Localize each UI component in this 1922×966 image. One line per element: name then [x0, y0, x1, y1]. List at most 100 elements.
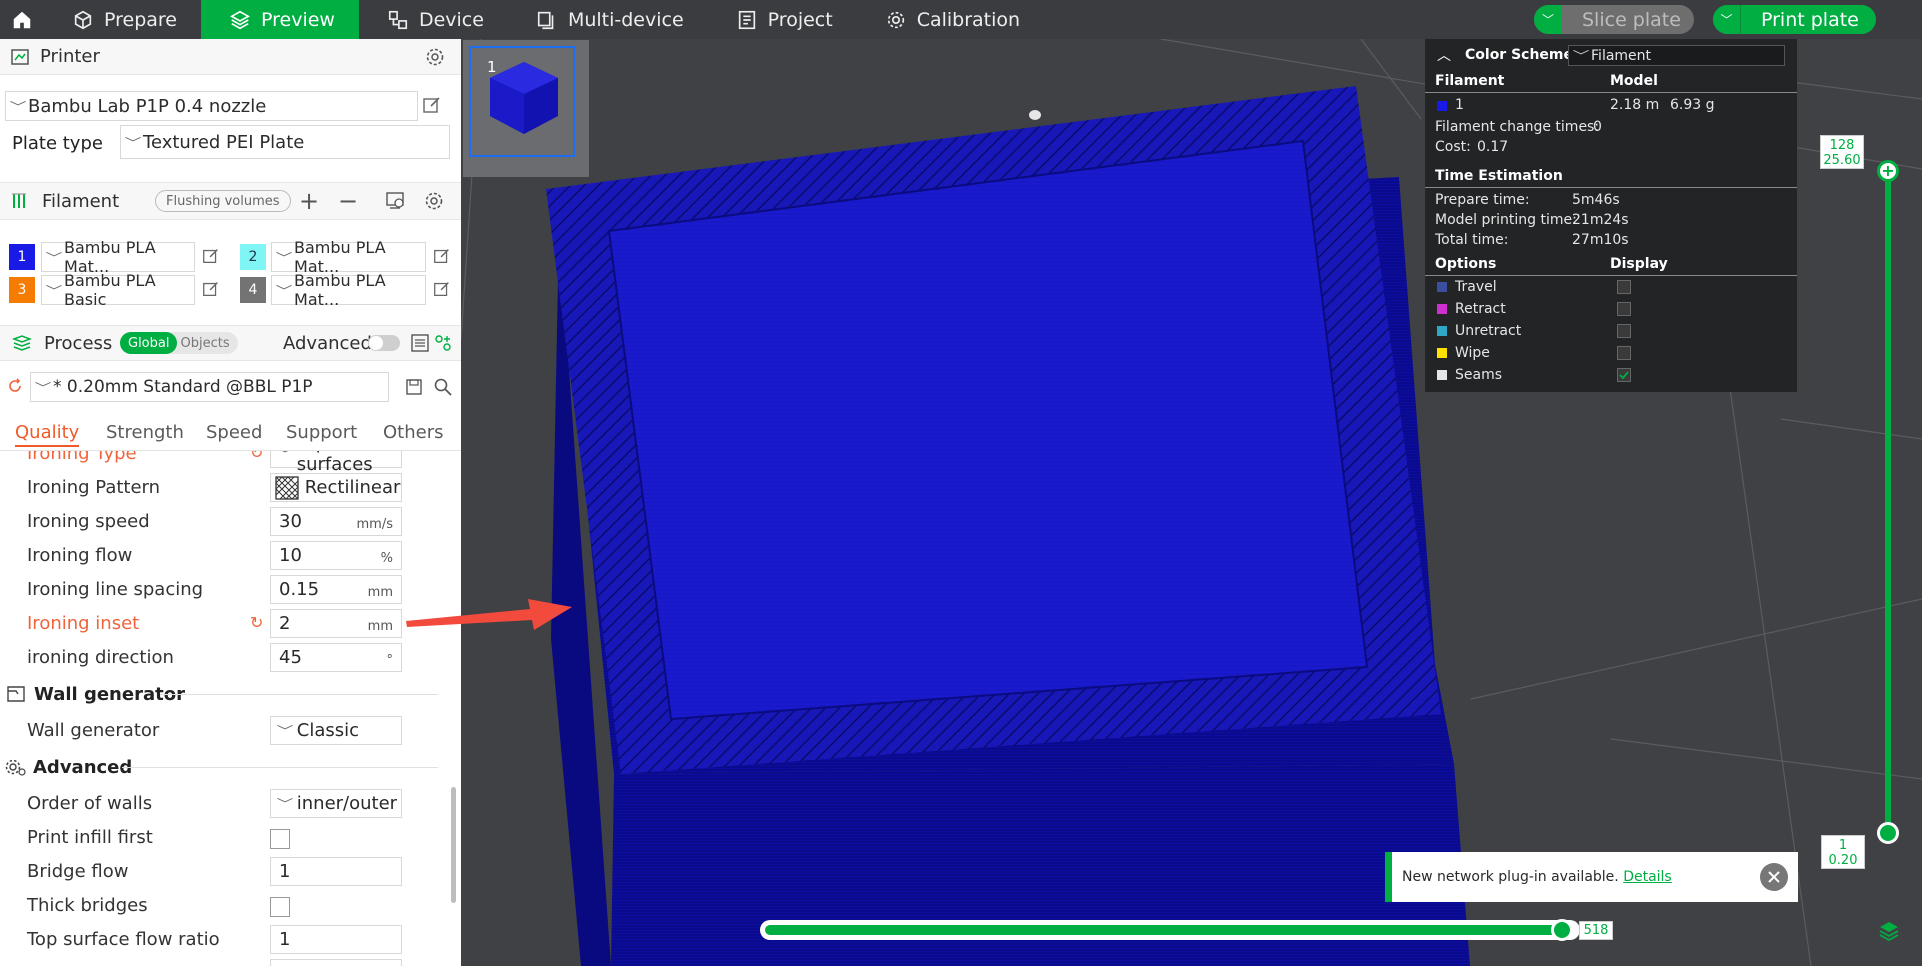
filament-color-swatch-3[interactable]: 3 — [9, 277, 35, 303]
ironing-speed-input[interactable]: 30 mm/s — [270, 507, 402, 536]
layer-slider-bottom-handle[interactable] — [1877, 822, 1899, 844]
collapse-chevron-icon[interactable]: ︿ — [1437, 45, 1451, 65]
tab-support[interactable]: Support — [286, 422, 357, 443]
printer-edit-icon[interactable] — [421, 94, 443, 116]
filament-color-swatch-2[interactable]: 2 — [240, 244, 266, 270]
print-dropdown-chevron-icon[interactable]: ﹀ — [1713, 5, 1741, 34]
option-seams-checkbox[interactable] — [1617, 368, 1631, 382]
option-travel-checkbox[interactable] — [1617, 280, 1631, 294]
option-wipe-checkbox[interactable] — [1617, 346, 1631, 360]
save-preset-icon[interactable] — [405, 378, 423, 396]
ironing-type-select[interactable]: ﹀ Top surfaces — [270, 451, 402, 475]
bridge-flow-input[interactable]: 1 — [270, 857, 402, 886]
filament-edit-icon[interactable] — [201, 246, 221, 266]
chevron-down-icon: ﹀ — [275, 250, 293, 265]
tab-calibration[interactable]: Calibration — [857, 0, 1044, 39]
divider — [1425, 92, 1797, 93]
tab-prepare[interactable]: Prepare — [44, 0, 201, 39]
tab-device[interactable]: Device — [359, 0, 508, 39]
tab-preview[interactable]: Preview — [201, 0, 359, 39]
tab-project[interactable]: Project — [708, 0, 857, 39]
reset-preset-icon[interactable] — [6, 377, 24, 395]
sync-filament-icon[interactable] — [385, 191, 407, 211]
layer-slider-bottom-label: 1 0.20 — [1821, 835, 1865, 869]
filament-select-1[interactable]: ﹀ Bambu PLA Mat... — [41, 238, 195, 276]
filament-edit-icon[interactable] — [201, 279, 221, 299]
remove-filament-icon[interactable]: − — [338, 187, 358, 215]
tab-speed[interactable]: Speed — [206, 422, 262, 443]
print-plate-label: Print plate — [1761, 8, 1859, 31]
slice-dropdown-chevron-icon[interactable]: ﹀ — [1534, 5, 1562, 34]
tab-quality[interactable]: Quality — [15, 422, 79, 443]
param-list-scrollbar[interactable] — [451, 787, 456, 903]
printer-select-value: Bambu Lab P1P 0.4 nozzle — [28, 95, 267, 117]
plate-thumbnail[interactable]: 1 — [463, 40, 589, 177]
notification-details-link[interactable]: Details — [1623, 869, 1672, 885]
ironing-inset-input[interactable]: 2 mm — [270, 609, 402, 638]
filament-edit-icon[interactable] — [432, 246, 452, 266]
flushing-volumes-button[interactable]: Flushing volumes — [155, 190, 291, 212]
ironing-flow-input[interactable]: 10% — [270, 541, 402, 570]
option-unretract-checkbox[interactable] — [1617, 324, 1631, 338]
filament-settings-gear-icon[interactable] — [423, 190, 445, 212]
close-icon — [1768, 871, 1780, 883]
thick-bridges-checkbox[interactable] — [270, 897, 290, 917]
notification-toast: New network plug-in available. Details — [1385, 852, 1798, 902]
printer-settings-gear-icon[interactable] — [424, 46, 446, 68]
chevron-down-icon: ﹀ — [276, 724, 294, 738]
ironing-spacing-input[interactable]: 0.15 mm — [270, 575, 402, 604]
print-infill-first-checkbox[interactable] — [270, 829, 290, 849]
filament-color-swatch-1[interactable]: 1 — [9, 244, 35, 270]
ironing-speed-label: Ironing speed — [27, 511, 150, 532]
tab-others[interactable]: Others — [383, 422, 444, 443]
filament-edit-icon[interactable] — [432, 279, 452, 299]
print-plate-button[interactable]: ﹀ Print plate — [1713, 5, 1876, 34]
param-row-thick-bridges: Thick bridges — [0, 889, 440, 923]
legend-layers-icon[interactable] — [1877, 919, 1901, 943]
wall-generator-select[interactable]: ﹀ Classic — [270, 716, 402, 745]
layer-slider-top-handle[interactable]: + — [1877, 160, 1899, 182]
filament-color-swatch-4[interactable]: 4 — [240, 277, 266, 303]
reset-icon[interactable]: ↻ — [250, 451, 263, 462]
order-of-walls-label: Order of walls — [27, 793, 153, 814]
advanced-toggle-switch[interactable] — [368, 335, 400, 351]
home-button[interactable] — [0, 0, 44, 39]
objects-toggle-option[interactable]: Objects — [177, 336, 229, 351]
ironing-pattern-select[interactable]: Rectilinear — [270, 473, 402, 502]
layer-slider-top-label: 128 25.60 — [1820, 135, 1864, 169]
filament-color-swatch — [1437, 101, 1447, 111]
top-surface-flow-input[interactable]: 1 — [270, 925, 402, 954]
compare-icon[interactable] — [434, 334, 452, 352]
reset-icon[interactable]: ↻ — [250, 613, 263, 632]
ironing-pattern-value: Rectilinear — [304, 477, 401, 498]
tab-strength[interactable]: Strength — [106, 422, 184, 443]
model-top-ironed-surface — [609, 141, 1367, 719]
global-toggle-option[interactable]: Global — [120, 332, 178, 354]
unit-label: mm/s — [356, 517, 393, 532]
filament-number: 2 — [248, 249, 258, 265]
order-of-walls-select[interactable]: ﹀ inner/outer — [270, 789, 402, 818]
global-objects-toggle[interactable]: Global Objects — [120, 332, 238, 354]
move-slider-handle[interactable] — [1551, 919, 1573, 941]
project-icon — [738, 10, 755, 29]
filament-select-2[interactable]: ﹀ Bambu PLA Mat... — [271, 238, 426, 276]
process-preset-select[interactable]: ﹀ * 0.20mm Standard @BBL P1P — [30, 372, 389, 402]
notification-close-button[interactable] — [1760, 863, 1788, 891]
unretract-color-swatch — [1437, 326, 1447, 336]
add-filament-icon[interactable]: + — [299, 187, 319, 215]
search-icon[interactable] — [433, 377, 453, 397]
printer-select[interactable]: ﹀ Bambu Lab P1P 0.4 nozzle — [5, 91, 418, 121]
filament-select-3[interactable]: ﹀ Bambu PLA Basic — [41, 271, 195, 309]
option-travel-label: Travel — [1455, 279, 1497, 295]
next-param-input[interactable] — [270, 959, 402, 966]
filament-select-4[interactable]: ﹀ Bambu PLA Mat... — [271, 271, 426, 309]
slice-plate-button[interactable]: ﹀ Slice plate — [1534, 5, 1694, 34]
color-scheme-select[interactable]: ﹀ Filament — [1568, 45, 1785, 66]
list-view-icon[interactable] — [410, 333, 430, 353]
option-retract-checkbox[interactable] — [1617, 302, 1631, 316]
ironing-direction-input[interactable]: 45 ° — [270, 643, 402, 672]
filament-change-value: 0 — [1593, 119, 1602, 135]
plate-type-select[interactable]: ﹀ Textured PEI Plate — [120, 125, 450, 159]
layer-slider-track[interactable] — [1885, 168, 1891, 833]
tab-multi-device[interactable]: Multi-device — [508, 0, 708, 39]
